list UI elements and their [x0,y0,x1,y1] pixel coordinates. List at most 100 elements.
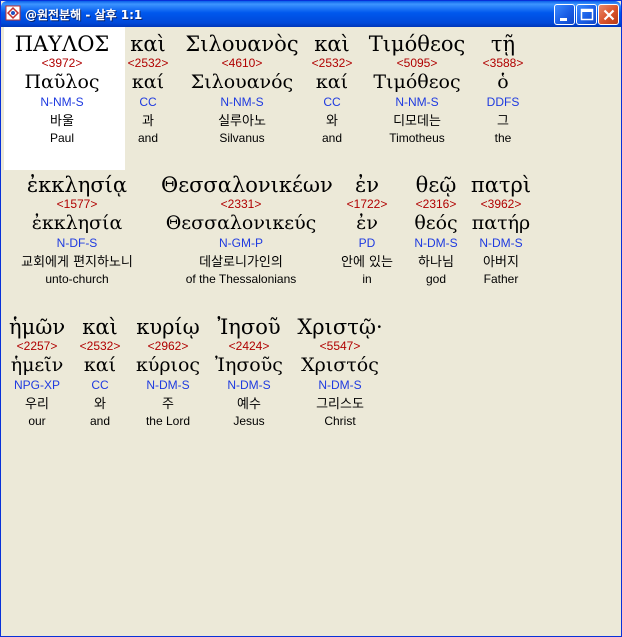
english-gloss: Jesus [233,414,265,428]
greek-word: καὶ [314,32,350,56]
greek-word: ἐκκλησίᾳ [26,173,128,197]
parsing-code[interactable]: PD [330,236,404,255]
greek-word: ἐν [354,173,380,197]
minimize-button[interactable] [554,4,575,25]
word-cell[interactable]: ΠΑΥΛΟΣ <3972> Παῦλος N-NM-S 바울 Paul [6,32,118,145]
lemma: καί [315,71,349,93]
korean-gloss: 데살로니가인의 [199,255,283,270]
word-cell[interactable]: ἐκκλησίᾳ <1577> ἐκκλησία N-DF-S 교회에게 편지하… [6,173,148,286]
parsing-code[interactable]: N-DM-S [405,236,467,255]
greek-word: Ἰησοῦ [217,315,281,339]
parsing-code[interactable]: CC [123,95,173,114]
lemma: ἐν [356,212,378,234]
english-gloss: of the Thessalonians [185,272,297,286]
strongs-number[interactable]: <1722> [330,197,404,212]
word-cell[interactable]: καὶ <2532> καί CC 와 and [74,315,126,428]
english-gloss: Timotheus [389,131,445,145]
english-gloss: Silvanus [219,131,265,145]
word-cell[interactable]: Χριστῷ· <5547> Χριστός N-DM-S 그리스도 Chris… [294,315,386,428]
english-gloss: unto-church [45,272,109,286]
english-gloss: the Lord [145,414,191,428]
word-cell[interactable]: ἐν <1722> ἐν PD 안에 있는 in [330,173,404,286]
word-cell[interactable]: κυρίῳ <2962> κύριος N-DM-S 주 the Lord [134,315,202,428]
english-gloss: in [362,272,372,286]
strongs-number[interactable]: <2532> [74,339,126,354]
word-cell[interactable]: θεῷ <2316> θεός N-DM-S 하나님 god [405,173,467,286]
word-cell[interactable]: καὶ <2532> καί CC 와 and [307,32,357,145]
strongs-number[interactable]: <5547> [294,339,386,354]
word-cell[interactable]: ἡμῶν <2257> ἡμεῖν NPG-XP 우리 our [9,315,65,428]
greek-word: καὶ [82,315,118,339]
parsing-code[interactable]: N-DM-S [294,378,386,397]
lemma: Παῦλος [24,71,100,93]
greek-word: τῇ [490,32,516,56]
strongs-number[interactable]: <2316> [405,197,467,212]
word-cell[interactable]: Τιμόθεος <5095> Τιμόθεος N-NM-S 디모데는 Tim… [367,32,467,145]
parsing-code[interactable]: N-GM-P [161,236,321,255]
strongs-number[interactable]: <2331> [161,197,321,212]
greek-word: Χριστῷ· [297,315,383,339]
strongs-number[interactable]: <1577> [6,197,148,212]
english-gloss: and [89,414,111,428]
parsing-code[interactable]: CC [307,95,357,114]
greek-word: κυρίῳ [136,315,200,339]
word-cell[interactable]: τῇ <3588> ὁ DDFS 그 the [477,32,529,145]
korean-gloss: 하나님 [418,255,454,270]
close-button[interactable] [598,4,619,25]
close-icon [603,9,615,21]
korean-gloss: 바울 [50,114,74,129]
word-cell[interactable]: Ἰησοῦ <2424> Ἰησοῦς N-DM-S 예수 Jesus [212,315,286,428]
parsing-code[interactable]: N-NM-S [367,95,467,114]
english-gloss: the [494,131,512,145]
strongs-number[interactable]: <4610> [184,56,300,71]
lemma: θεός [414,212,458,234]
word-cell[interactable]: πατρὶ <3962> πατήρ N-DM-S 아버지 Father [470,173,532,286]
strongs-number[interactable]: <3962> [470,197,532,212]
parsing-code[interactable]: NPG-XP [9,378,65,397]
korean-gloss: 와 [326,114,338,129]
lemma: ὁ [497,71,509,93]
greek-word: πατρὶ [470,173,532,197]
parsing-code[interactable]: N-NM-S [6,95,118,114]
word-cell[interactable]: Σιλουανὸς <4610> Σιλουανός N-NM-S 실루아노 S… [184,32,300,145]
strongs-number[interactable]: <3588> [477,56,529,71]
lemma: καί [83,354,117,376]
parsing-code[interactable]: N-DM-S [470,236,532,255]
window-title: @원전분해 - 살후 1:1 [25,8,143,22]
korean-gloss: 와 [94,397,106,412]
parsing-code[interactable]: DDFS [477,95,529,114]
strongs-number[interactable]: <2532> [307,56,357,71]
greek-word: Σιλουανὸς [185,32,299,56]
greek-word: Θεσσαλονικέων [161,173,333,197]
korean-gloss: 그 [497,114,509,129]
greek-word: θεῷ [415,173,457,197]
greek-word: ΠΑΥΛΟΣ [14,32,110,56]
english-gloss: Christ [324,414,356,428]
word-cell[interactable]: Θεσσαλονικέων <2331> Θεσσαλονικεύς N-GM-… [161,173,333,286]
strongs-number[interactable]: <2424> [212,339,286,354]
app-icon[interactable] [5,5,21,21]
korean-gloss: 과 [142,114,154,129]
greek-word: καὶ [130,32,166,56]
korean-gloss: 아버지 [483,255,519,270]
strongs-number[interactable]: <3972> [6,56,118,71]
strongs-number[interactable]: <2257> [9,339,65,354]
parsing-code[interactable]: N-DM-S [212,378,286,397]
parsing-code[interactable]: N-DM-S [134,378,202,397]
interlinear-panel[interactable]: ΠΑΥΛΟΣ <3972> Παῦλος N-NM-S 바울 Paul καὶ … [4,27,618,635]
korean-gloss: 그리스도 [316,397,364,412]
english-gloss: our [28,414,46,428]
korean-gloss: 주 [162,397,174,412]
title-bar[interactable]: @원전분해 - 살후 1:1 [1,1,621,27]
greek-word: ἡμῶν [9,315,66,339]
maximize-button[interactable] [576,4,597,25]
strongs-number[interactable]: <2532> [123,56,173,71]
parsing-code[interactable]: CC [74,378,126,397]
lemma: ἡμεῖν [10,354,64,376]
parsing-code[interactable]: N-NM-S [184,95,300,114]
word-cell[interactable]: καὶ <2532> καί CC 과 and [123,32,173,145]
strongs-number[interactable]: <2962> [134,339,202,354]
parsing-code[interactable]: N-DF-S [6,236,148,255]
minimize-icon [560,18,567,21]
strongs-number[interactable]: <5095> [367,56,467,71]
